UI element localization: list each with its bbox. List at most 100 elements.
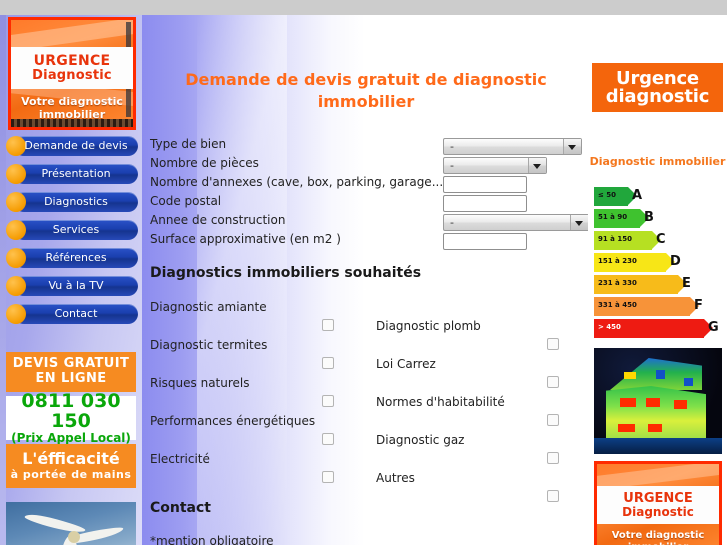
sidebar-nav: Demande de devis Présentation Diagnostic… (4, 136, 138, 332)
energy-range-label: > 450 (598, 323, 621, 331)
sidebar-item-label: Services (52, 223, 100, 236)
energy-rating-chart: ≤ 50 A 51 à 90 B 91 à 150 C 151 à 230 D … (594, 187, 722, 341)
checkbox-label-diagnostic-gaz: Diagnostic gaz (376, 433, 465, 447)
section-title-contact: Contact (150, 500, 211, 516)
energy-letter: B (644, 210, 654, 225)
bottom-logo-line2: Diagnostic (622, 504, 694, 519)
energy-letter: G (708, 320, 719, 335)
energy-range-label: 331 à 450 (598, 301, 637, 309)
sidebar-item-label: Références (45, 251, 107, 264)
checkbox-label-diagnostic-termites: Diagnostic termites (150, 338, 268, 352)
energy-letter: C (656, 232, 666, 247)
sidebar-item-presentation[interactable]: Présentation (4, 164, 138, 184)
thermal-hotspot (618, 424, 635, 432)
energy-range-label: 51 à 90 (598, 213, 628, 221)
energy-band-f: 331 à 450 F (594, 297, 722, 316)
energy-range-label: 151 à 230 (598, 257, 637, 265)
logo-tagline: Votre diagnostic immobilier (11, 95, 133, 121)
energy-band-a: ≤ 50 A (594, 187, 722, 206)
thermal-warmspot (624, 372, 636, 379)
sidebar-item-label: Présentation (41, 167, 111, 180)
sidebar-item-services[interactable]: Services (4, 220, 138, 240)
thermal-hotspot (648, 424, 662, 432)
bottom-logo-nameplate: URGENCE Diagnostic (597, 486, 719, 524)
energy-letter: E (682, 276, 691, 291)
sidebar-item-diagnostics[interactable]: Diagnostics (4, 192, 138, 212)
logo-line1: URGENCE (33, 52, 111, 69)
thermal-coolspot (656, 370, 665, 379)
logo-nameplate: URGENCE Diagnostic (11, 47, 133, 89)
sidebar-item-vu-a-la-tv[interactable]: Vu à la TV (4, 276, 138, 296)
checkbox-risques-naturels[interactable] (322, 395, 334, 407)
promo-free-quote[interactable]: DEVIS GRATUIT EN LIGNE (6, 352, 136, 392)
main-content: Demande de devis gratuit de diagnostic i… (142, 15, 588, 545)
right-subtitle: Diagnostic immobilier (589, 155, 726, 168)
energy-letter: F (694, 298, 703, 313)
checkbox-label-diagnostic-plomb: Diagnostic plomb (376, 319, 481, 333)
thermal-ground (594, 438, 722, 454)
sidebar-item-label: Vu à la TV (48, 279, 104, 292)
sidebar-item-references[interactable]: Références (4, 248, 138, 268)
checkbox-diagnostic-termites[interactable] (322, 357, 334, 369)
checkbox-diagnostic-gaz[interactable] (547, 452, 559, 464)
bottom-logo-tagline: Votre diagnostic immobilier (597, 530, 719, 545)
promo-efficiency-line2: à portée de mains (10, 467, 132, 481)
turbine-hub-icon (68, 531, 80, 543)
phone-number: 0811 030 150 (21, 389, 121, 433)
checkbox-diagnostic-plomb[interactable] (547, 338, 559, 350)
checkbox-performances-energetiques[interactable] (322, 433, 334, 445)
energy-range-label: 91 à 150 (598, 235, 632, 243)
bottom-logo[interactable]: URGENCE Diagnostic Votre diagnostic immo… (594, 461, 722, 545)
energy-band-d: 151 à 230 D (594, 253, 722, 272)
checkbox-label-risques-naturels: Risques naturels (150, 376, 250, 390)
checkbox-diagnostic-amiante[interactable] (322, 319, 334, 331)
left-sidebar: URGENCE Diagnostic Votre diagnostic immo… (0, 15, 142, 545)
energy-letter: A (632, 188, 643, 203)
thermal-hotspot (620, 398, 636, 407)
thermal-coolspot (684, 378, 693, 386)
sidebar-item-contact[interactable]: Contact (4, 304, 138, 324)
sidebar-item-demande-de-devis[interactable]: Demande de devis (4, 136, 138, 156)
browser-top-band (0, 0, 727, 15)
site-logo[interactable]: URGENCE Diagnostic Votre diagnostic immo… (8, 17, 136, 130)
energy-band-e: 231 à 330 E (594, 275, 722, 294)
checkbox-electricite[interactable] (322, 471, 334, 483)
checkbox-label-autres: Autres (376, 471, 415, 485)
checkbox-label-electricite: Electricité (150, 452, 210, 466)
checkbox-autres[interactable] (547, 490, 559, 502)
bottom-logo-tagline-line2: immobilier (597, 542, 719, 545)
sidebar-item-label: Demande de devis (24, 139, 128, 152)
bottom-logo-line1: URGENCE (623, 490, 693, 506)
wind-turbine-image (6, 502, 136, 545)
bottom-logo-tagline-line1: Votre diagnostic (611, 530, 705, 541)
energy-band-g: > 450 G (594, 319, 722, 338)
checkbox-loi-carrez[interactable] (547, 376, 559, 388)
energy-letter: D (670, 254, 681, 269)
thermal-wall (606, 386, 706, 444)
checkbox-normes-habitabilite[interactable] (547, 414, 559, 426)
promo-efficiency[interactable]: L'éfficacité à portée de mains (6, 444, 136, 488)
energy-band-c: 91 à 150 C (594, 231, 722, 250)
sidebar-item-label: Diagnostics (44, 195, 108, 208)
promo-free-quote-line1: DEVIS GRATUIT (12, 356, 130, 372)
right-sidebar: Urgence diagnostic Diagnostic immobilier… (588, 15, 727, 545)
right-logo[interactable]: Urgence diagnostic (592, 63, 723, 112)
diagnostics-checkbox-group: Diagnostic amiante Diagnostic termites R… (142, 15, 588, 545)
checkbox-label-diagnostic-amiante: Diagnostic amiante (150, 300, 267, 314)
energy-range-label: 231 à 330 (598, 279, 637, 287)
energy-band-b: 51 à 90 B (594, 209, 722, 228)
checkbox-label-loi-carrez: Loi Carrez (376, 357, 436, 371)
promo-free-quote-line2: EN LIGNE (35, 371, 107, 386)
logo-tagline-line1: Votre diagnostic (21, 95, 123, 108)
right-logo-line2: diagnostic (605, 85, 710, 107)
thermal-house-image (594, 348, 722, 454)
promo-efficiency-line1: L'éfficacité (22, 449, 120, 469)
checkbox-label-performances-energetiques: Performances énergétiques (150, 414, 316, 428)
logo-footer-strip (11, 119, 133, 127)
logo-line2: Diagnostic (32, 67, 112, 83)
sidebar-item-label: Contact (54, 307, 98, 320)
promo-phone: 0811 030 150 (Prix Appel Local) (6, 390, 136, 445)
required-field-note: *mention obligatoire (150, 534, 274, 545)
thermal-hotspot (674, 400, 687, 409)
energy-range-label: ≤ 50 (598, 191, 617, 199)
